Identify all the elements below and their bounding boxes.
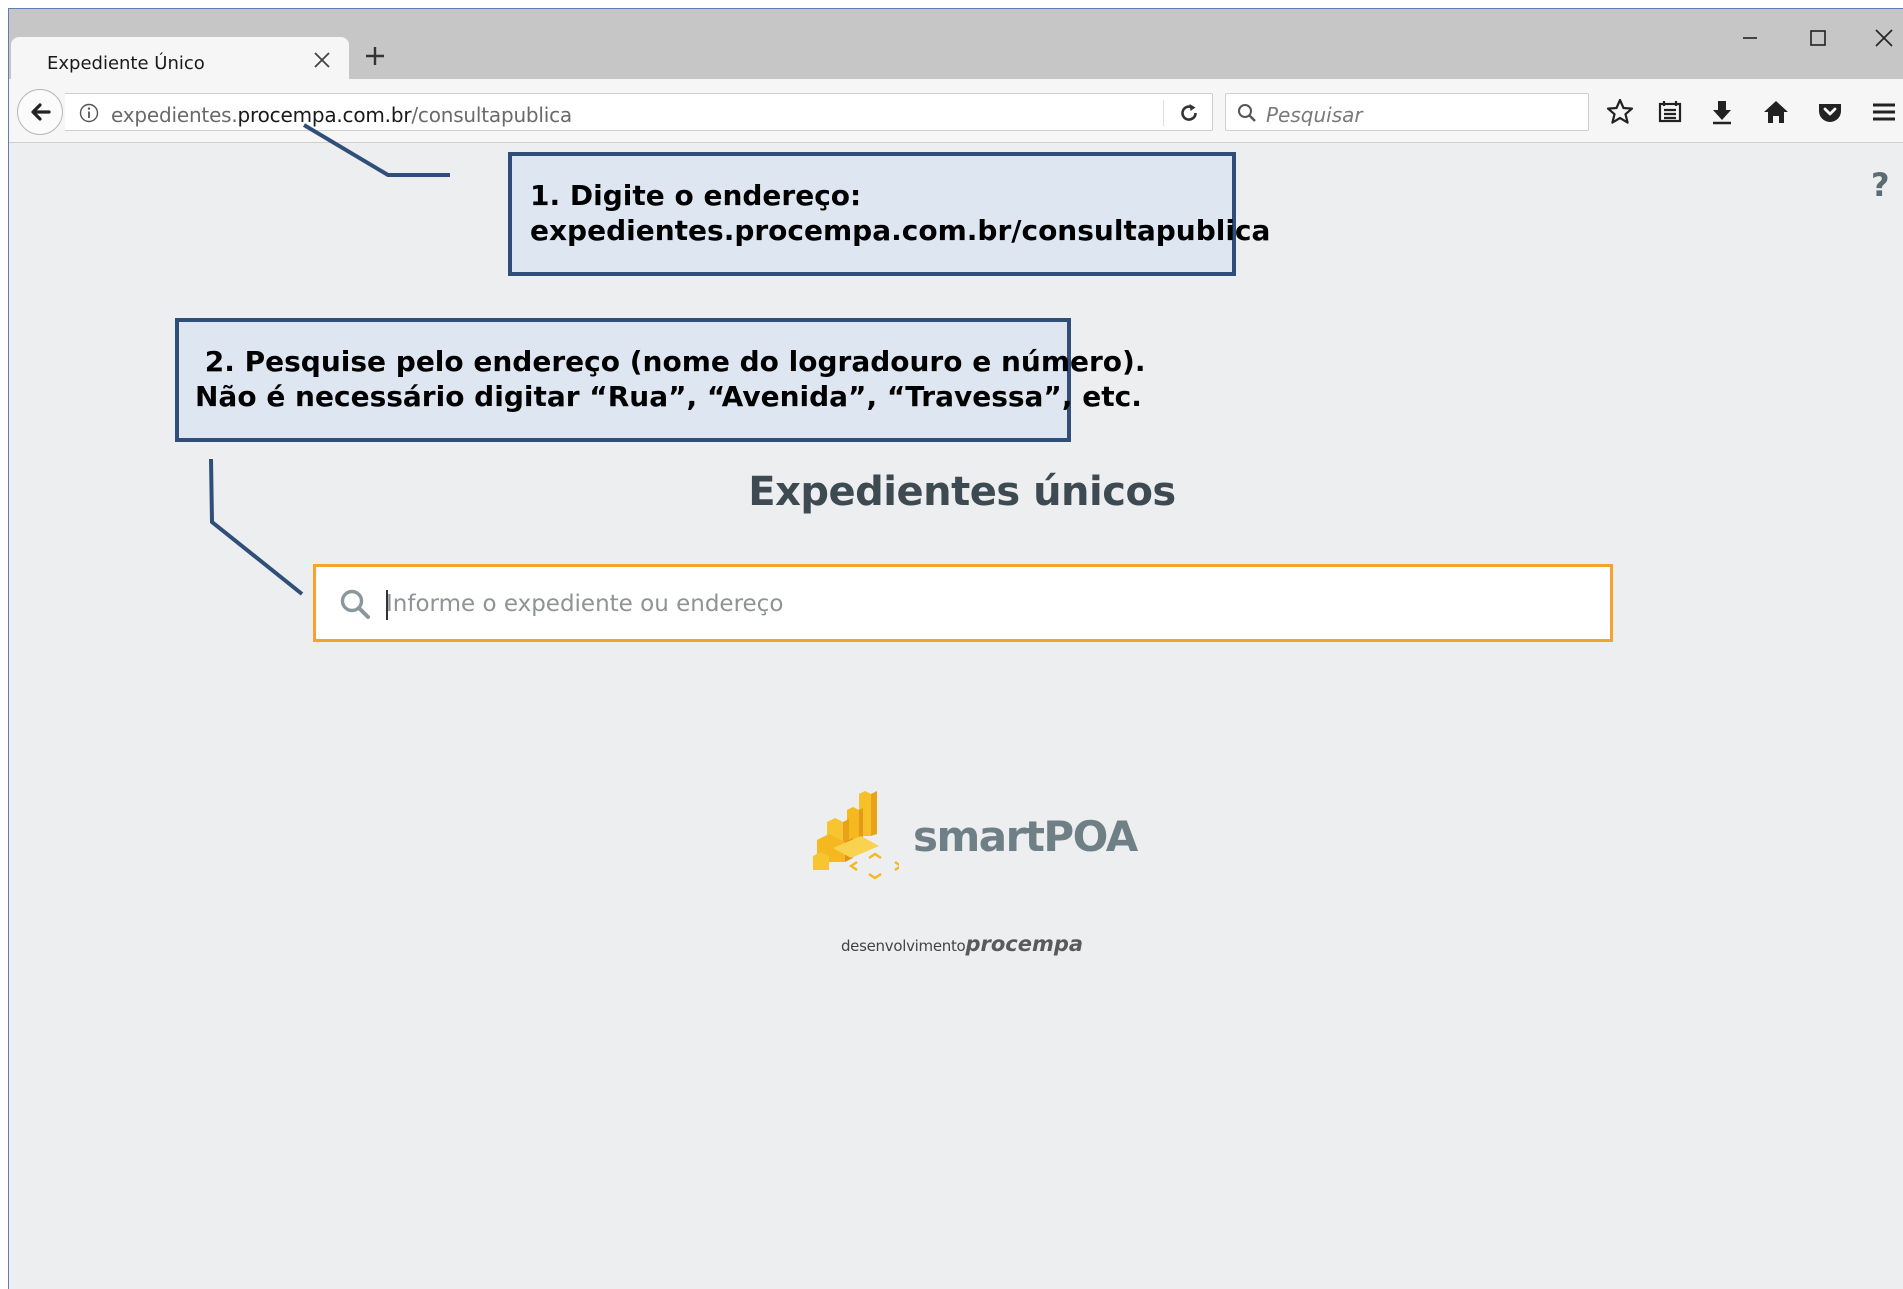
callout-step-1: 1. Digite o endereço: expedientes.procem… bbox=[508, 152, 1270, 276]
expediente-search-input[interactable] bbox=[386, 581, 1576, 627]
tab-strip: Expediente Único bbox=[9, 9, 1903, 81]
minimize-icon[interactable] bbox=[1737, 25, 1763, 51]
search-icon bbox=[1238, 104, 1256, 122]
search-bar[interactable]: Pesquisar bbox=[1225, 93, 1589, 131]
page-content: ? Expedientes únicos smartP bbox=[9, 144, 1903, 1289]
pocket-icon[interactable] bbox=[1815, 97, 1845, 127]
star-icon[interactable] bbox=[1605, 97, 1635, 127]
new-tab-icon[interactable] bbox=[364, 45, 386, 67]
url-domain: procempa.com.br bbox=[237, 103, 412, 127]
search-icon bbox=[340, 589, 370, 619]
reading-list-icon[interactable] bbox=[1655, 97, 1685, 127]
close-icon[interactable] bbox=[1871, 25, 1897, 51]
reload-separator bbox=[1163, 100, 1164, 126]
back-button[interactable] bbox=[17, 89, 63, 135]
download-icon[interactable] bbox=[1707, 97, 1737, 127]
procempa-brand: procempa bbox=[965, 932, 1084, 956]
maximize-icon[interactable] bbox=[1805, 25, 1831, 51]
navigation-toolbar: expedientes.procempa.com.br/consultapubl… bbox=[9, 79, 1903, 143]
smartpoa-logo-text: smartPOA bbox=[913, 812, 1138, 861]
url-text[interactable]: expedientes.procempa.com.br/consultapubl… bbox=[111, 103, 572, 127]
url-path: /consultapublica bbox=[411, 103, 572, 127]
reload-icon[interactable] bbox=[1177, 101, 1201, 125]
tab-title: Expediente Único bbox=[47, 53, 205, 74]
developer-credit: desenvolvimentoprocempa bbox=[9, 932, 1903, 956]
home-icon[interactable] bbox=[1761, 97, 1791, 127]
back-arrow-icon bbox=[31, 103, 51, 121]
menu-icon[interactable] bbox=[1869, 97, 1899, 127]
help-button[interactable]: ? bbox=[1871, 166, 1890, 204]
text-cursor bbox=[386, 590, 388, 620]
site-info-icon[interactable] bbox=[79, 103, 99, 123]
smartpoa-logo-icon bbox=[813, 791, 899, 880]
url-prefix: expedientes. bbox=[111, 103, 238, 127]
search-placeholder: Pesquisar bbox=[1266, 103, 1363, 127]
callout-step-2: 2. Pesquise pelo endereço (nome do logra… bbox=[175, 318, 1145, 442]
page-title: Expedientes únicos bbox=[748, 469, 1176, 515]
main-search-box[interactable] bbox=[313, 564, 1613, 642]
tab-close-icon[interactable] bbox=[313, 51, 331, 69]
credit-label: desenvolvimento bbox=[840, 937, 966, 955]
tab-expediente-unico[interactable]: Expediente Único bbox=[11, 37, 349, 81]
url-bar[interactable]: expedientes.procempa.com.br/consultapubl… bbox=[65, 93, 1213, 131]
